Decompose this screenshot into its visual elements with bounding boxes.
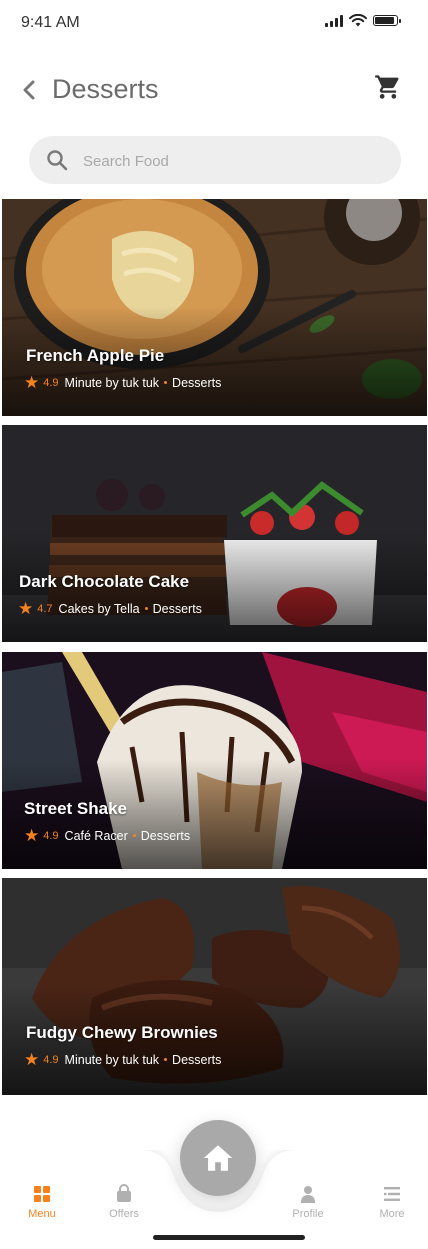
- food-title: Street Shake: [24, 799, 127, 818]
- back-arrow-icon[interactable]: [16, 76, 44, 104]
- search-bar: [29, 136, 401, 186]
- star-icon: ★: [18, 599, 34, 618]
- star-icon: ★: [24, 373, 40, 392]
- nav-label: Menu: [28, 1208, 56, 1220]
- cellular-signal-icon: [325, 14, 343, 27]
- category: Desserts: [172, 375, 222, 390]
- page-title: Desserts: [52, 74, 159, 104]
- home-icon: [203, 1145, 233, 1171]
- header: Desserts: [0, 62, 428, 118]
- food-meta: ★ 4.9 Minute by tuk tuk Desserts: [24, 1051, 221, 1068]
- food-title: French Apple Pie: [26, 346, 165, 365]
- restaurant-name: Cakes by Tella: [58, 601, 140, 616]
- category: Desserts: [172, 1052, 222, 1067]
- rating: 4.7: [37, 602, 53, 615]
- nav-label: More: [379, 1208, 405, 1220]
- cart-icon[interactable]: [374, 73, 402, 101]
- status-time: 9:41 AM: [21, 14, 80, 31]
- restaurant-name: Minute by tuk tuk: [64, 1052, 160, 1067]
- category: Desserts: [152, 601, 202, 616]
- star-icon: ★: [24, 1050, 40, 1069]
- food-card[interactable]: Dark Chocolate Cake ★ 4.7 Cakes by Tella…: [2, 425, 427, 642]
- status-bar: 9:41 AM: [0, 0, 428, 44]
- search-input[interactable]: [81, 136, 385, 186]
- nav-item-offers[interactable]: Offers: [94, 1184, 154, 1220]
- category: Desserts: [140, 828, 191, 843]
- restaurant-name: Café Racer: [64, 828, 128, 843]
- wifi-icon: [349, 14, 367, 27]
- food-card[interactable]: Fudgy Chewy Brownies ★ 4.9 Minute by tuk…: [2, 878, 427, 1095]
- bag-icon: [117, 1184, 131, 1202]
- nav-label: Profile: [292, 1208, 324, 1220]
- nav-item-profile[interactable]: Profile: [278, 1184, 338, 1220]
- rating: 4.9: [43, 829, 59, 842]
- food-card[interactable]: French Apple Pie ★ 4.9 Minute by tuk tuk…: [2, 199, 427, 416]
- separator-dot: [164, 381, 168, 384]
- list-icon: [384, 1187, 400, 1201]
- food-meta: ★ 4.7 Cakes by Tella Desserts: [18, 600, 202, 617]
- restaurant-name: Minute by tuk tuk: [64, 375, 160, 390]
- nav-item-more[interactable]: More: [362, 1184, 422, 1220]
- separator-dot: [164, 1058, 168, 1061]
- battery-icon: [373, 15, 401, 26]
- user-icon: [301, 1186, 315, 1203]
- food-meta: ★ 4.9 Minute by tuk tuk Desserts: [24, 374, 221, 391]
- grid-icon: [34, 1186, 50, 1202]
- nav-label: Offers: [109, 1208, 139, 1220]
- separator-dot: [144, 607, 148, 610]
- home-button[interactable]: [180, 1120, 256, 1196]
- rating: 4.9: [43, 1053, 59, 1066]
- rating: 4.9: [43, 376, 59, 389]
- home-indicator: [153, 1235, 305, 1240]
- star-icon: ★: [24, 826, 40, 845]
- food-card[interactable]: Street Shake ★ 4.9 Café Racer Desserts: [2, 652, 427, 869]
- food-meta: ★ 4.9 Café Racer Desserts: [24, 827, 190, 844]
- food-title: Dark Chocolate Cake: [19, 572, 190, 591]
- food-title: Fudgy Chewy Brownies: [26, 1023, 218, 1042]
- nav-item-menu[interactable]: Menu: [12, 1184, 72, 1220]
- separator-dot: [132, 834, 136, 837]
- status-icons: [325, 14, 401, 27]
- search-icon: [47, 150, 68, 171]
